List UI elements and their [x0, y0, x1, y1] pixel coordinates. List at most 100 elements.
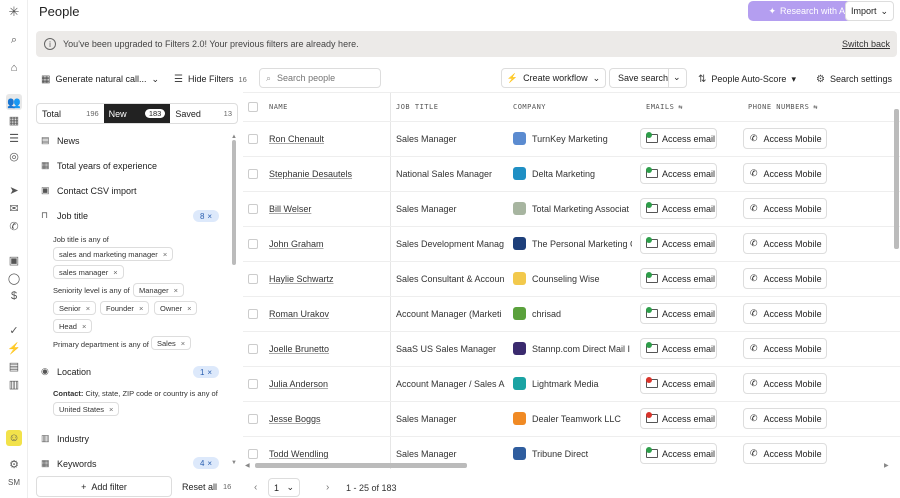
column-settings-icon[interactable]: ⇆	[813, 103, 818, 111]
add-filter-button[interactable]: + Add filter	[36, 476, 172, 497]
scroll-down-arrow[interactable]: ▼	[231, 460, 237, 466]
company-cell[interactable]: TurnKey Marketing	[513, 132, 632, 145]
person-name-link[interactable]: Bill Welser	[269, 204, 311, 214]
company-cell[interactable]: Counseling Wise	[513, 272, 632, 285]
filter-years-experience[interactable]: ▦ Total years of experience	[41, 160, 157, 171]
search-icon[interactable]: ⌕	[6, 32, 22, 48]
filter-keywords[interactable]: ▦ Keywords	[41, 458, 97, 469]
column-header-emails[interactable]: EMAILS ⇆	[646, 93, 683, 121]
hide-filters-button[interactable]: ☰ Hide Filters 16	[174, 69, 247, 89]
chip-seniority[interactable]: Founder ×	[100, 301, 150, 315]
row-checkbox[interactable]	[248, 274, 258, 284]
column-header-company[interactable]: COMPANY	[513, 93, 546, 121]
access-mobile-button[interactable]: ✆ Access Mobile	[743, 373, 827, 394]
access-mobile-button[interactable]: ✆ Access Mobile	[743, 268, 827, 289]
person-name-link[interactable]: Julia Anderson	[269, 379, 328, 389]
home-icon[interactable]: ⌂	[6, 60, 22, 76]
row-checkbox[interactable]	[248, 379, 258, 389]
access-email-button[interactable]: Access email	[640, 373, 717, 394]
chip-seniority[interactable]: Head ×	[53, 319, 93, 333]
gear-icon[interactable]: ⚙	[6, 456, 22, 472]
row-checkbox[interactable]	[248, 239, 258, 249]
next-page-icon[interactable]: ›	[326, 482, 329, 493]
search-people-box[interactable]: ⌕	[259, 68, 381, 88]
dollar-icon[interactable]: $	[6, 288, 22, 304]
switch-back-link[interactable]: Switch back	[842, 39, 890, 49]
access-email-button[interactable]: Access email	[640, 233, 717, 254]
person-name-link[interactable]: Haylie Schwartz	[269, 274, 334, 284]
scroll-left-arrow[interactable]: ◀	[245, 462, 250, 469]
create-workflow-button[interactable]: ⚡ Create workflow ⌄	[501, 68, 606, 88]
generate-dropdown[interactable]: ▦ Generate natural call... ⌄	[41, 69, 159, 89]
close-icon[interactable]: ×	[109, 405, 113, 414]
close-icon[interactable]: ×	[86, 304, 90, 313]
access-mobile-button[interactable]: ✆ Access Mobile	[743, 128, 827, 149]
user-settings-icon[interactable]: ☺	[6, 430, 22, 446]
close-icon[interactable]: ×	[163, 250, 167, 259]
access-mobile-button[interactable]: ✆ Access Mobile	[743, 338, 827, 359]
document-icon[interactable]: ▤	[6, 358, 22, 374]
close-icon[interactable]: ×	[174, 286, 178, 295]
table-row[interactable]: Roman Urakov Account Manager (Marketi chri…	[243, 296, 900, 331]
filter-panel-scrollbar[interactable]	[232, 140, 236, 265]
company-cell[interactable]: Total Marketing Associat	[513, 202, 632, 215]
tab-new[interactable]: New 183	[103, 104, 171, 123]
row-checkbox[interactable]	[248, 204, 258, 214]
phone-icon[interactable]: ✆	[6, 218, 22, 234]
select-all-checkbox[interactable]	[248, 102, 258, 112]
tab-total[interactable]: Total 196	[37, 104, 104, 123]
access-email-button[interactable]: Access email	[640, 443, 717, 464]
row-checkbox[interactable]	[248, 169, 258, 179]
chat-icon[interactable]: ◯	[6, 270, 22, 286]
close-icon[interactable]: ×	[187, 304, 191, 313]
person-name-link[interactable]: John Graham	[269, 239, 324, 249]
company-cell[interactable]: Dealer Teamwork LLC	[513, 412, 632, 425]
table-horizontal-scrollbar[interactable]	[255, 463, 467, 468]
row-checkbox[interactable]	[248, 414, 258, 424]
filter-news[interactable]: ▤ News	[41, 135, 80, 146]
person-name-link[interactable]: Stephanie Desautels	[269, 169, 352, 179]
access-mobile-button[interactable]: ✆ Access Mobile	[743, 198, 827, 219]
location-count-badge[interactable]: 1 ×	[193, 366, 219, 378]
close-icon[interactable]: ×	[139, 304, 143, 313]
column-header-phone[interactable]: PHONE NUMBERS ⇆	[748, 93, 818, 121]
company-cell[interactable]: The Personal Marketing C	[513, 237, 632, 250]
column-header-name[interactable]: NAME	[269, 93, 288, 121]
chevron-down-icon[interactable]: ⌄	[673, 72, 681, 83]
table-row[interactable]: Haylie Schwartz Sales Consultant & Accoun…	[243, 261, 900, 296]
access-mobile-button[interactable]: ✆ Access Mobile	[743, 233, 827, 254]
tab-saved[interactable]: Saved 13	[170, 104, 237, 123]
chip-seniority[interactable]: Senior ×	[53, 301, 97, 315]
access-email-button[interactable]: Access email	[640, 303, 717, 324]
table-row[interactable]: John Graham Sales Development Manag The Pe…	[243, 226, 900, 261]
company-cell[interactable]: Lightmark Media	[513, 377, 632, 390]
lightning-icon[interactable]: ⚡	[6, 340, 22, 356]
table-row[interactable]: Bill Welser Sales Manager Total Marketing …	[243, 191, 900, 226]
page-select[interactable]: 1 ⌄	[268, 478, 300, 497]
close-icon[interactable]: ×	[82, 322, 86, 331]
prev-page-icon[interactable]: ‹	[254, 482, 257, 493]
chip-department[interactable]: Sales ×	[151, 336, 192, 350]
access-email-button[interactable]: Access email	[640, 408, 717, 429]
scroll-right-arrow[interactable]: ▶	[884, 462, 889, 469]
company-cell[interactable]: chrisad	[513, 307, 632, 320]
column-settings-icon[interactable]: ⇆	[678, 103, 683, 111]
filter-industry[interactable]: ▥ Industry	[41, 433, 89, 444]
access-email-button[interactable]: Access email	[640, 198, 717, 219]
access-mobile-button[interactable]: ✆ Access Mobile	[743, 303, 827, 324]
company-cell[interactable]: Tribune Direct	[513, 447, 632, 460]
close-icon[interactable]: ×	[181, 339, 185, 348]
row-checkbox[interactable]	[248, 449, 258, 459]
company-cell[interactable]: Stannp.com Direct Mail I	[513, 342, 632, 355]
access-mobile-button[interactable]: ✆ Access Mobile	[743, 408, 827, 429]
company-cell[interactable]: Delta Marketing	[513, 167, 632, 180]
companies-icon[interactable]: ▦	[6, 112, 22, 128]
keywords-count-badge[interactable]: 4 ×	[193, 457, 219, 469]
send-icon[interactable]: ➤	[6, 182, 22, 198]
person-name-link[interactable]: Joelle Brunetto	[269, 344, 329, 354]
chip-job-title[interactable]: sales manager ×	[53, 265, 124, 279]
chip-seniority[interactable]: Manager ×	[133, 283, 184, 297]
filter-csv-import[interactable]: ▣ Contact CSV import	[41, 185, 137, 196]
access-mobile-button[interactable]: ✆ Access Mobile	[743, 443, 827, 464]
import-button[interactable]: Import ⌄	[845, 1, 894, 21]
